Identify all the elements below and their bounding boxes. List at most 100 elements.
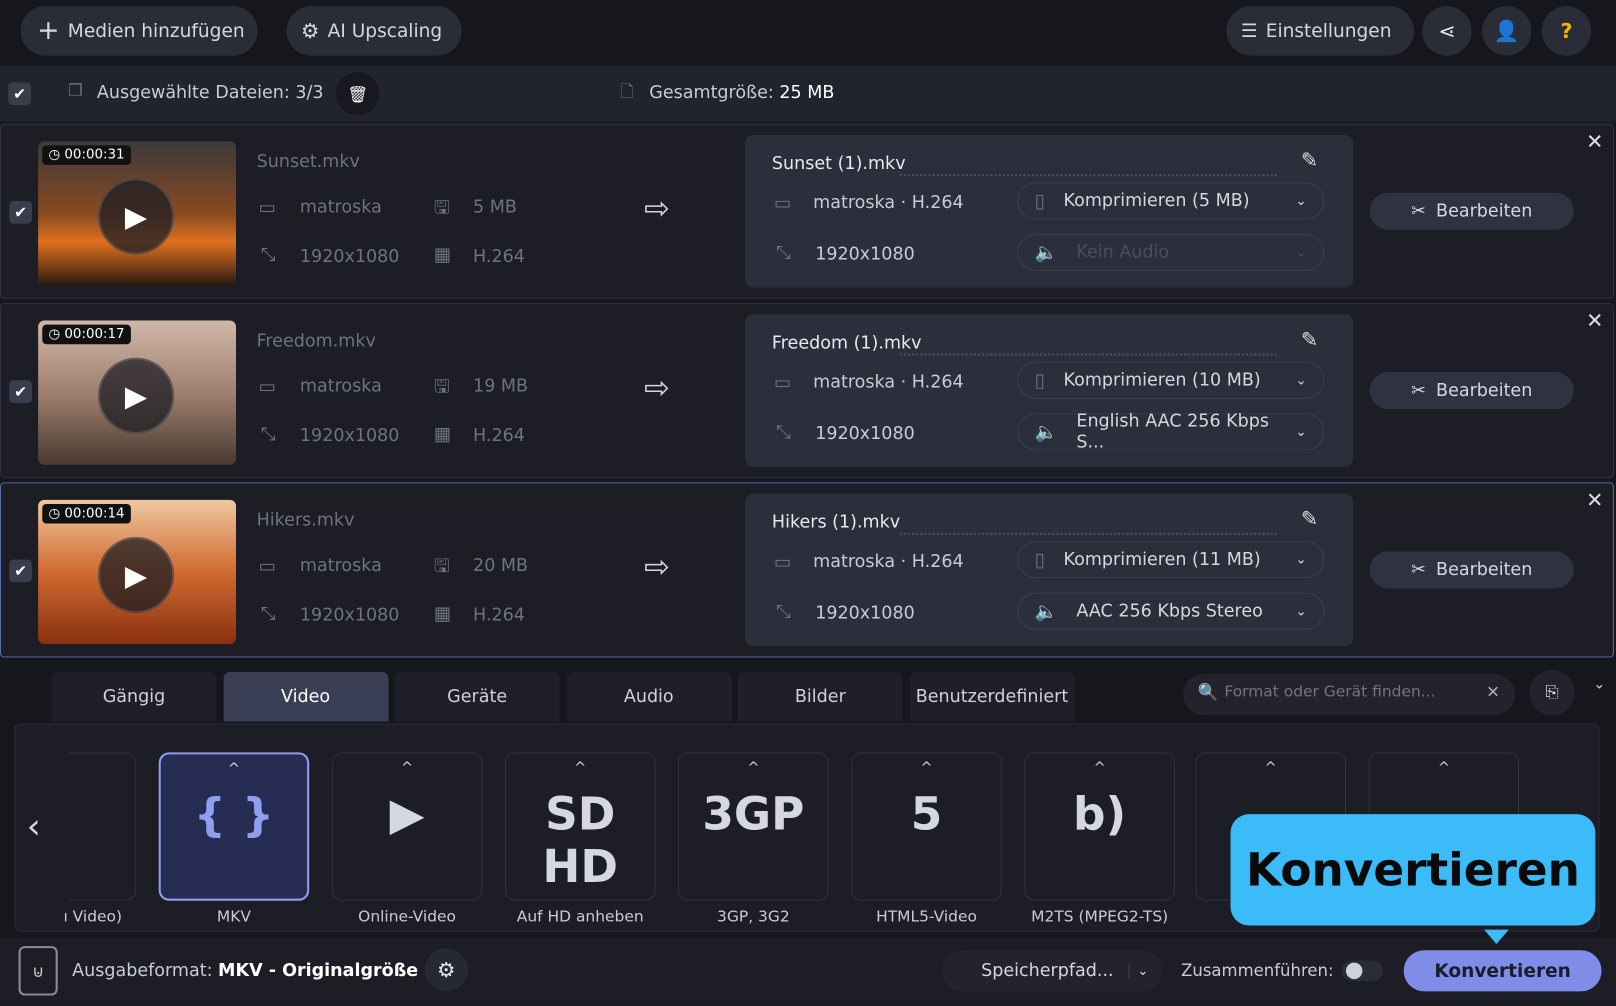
- compression-dropdown[interactable]: ▯ Komprimieren (5 MB) ⌄: [1017, 182, 1325, 220]
- rename-pencil-icon[interactable]: ✎: [1301, 147, 1318, 172]
- output-settings-button[interactable]: ⚙: [424, 948, 468, 992]
- size-icon: 🖫: [433, 196, 450, 219]
- output-filename[interactable]: Freedom (1).mkv: [772, 333, 922, 354]
- tab-5[interactable]: Benutzerdefiniert: [909, 671, 1075, 722]
- tab-2[interactable]: Geräte: [394, 671, 560, 722]
- audio-dropdown[interactable]: 🔈 English AAC 256 Kbps S... ⌄: [1017, 411, 1325, 452]
- source-codec: H.264: [473, 604, 525, 626]
- file-checkbox[interactable]: ✔: [9, 559, 32, 583]
- output-format: Ausgabeformat: MKV - Originalgröße: [72, 960, 419, 982]
- output-filename[interactable]: Hikers (1).mkv: [772, 512, 900, 533]
- clear-search-icon[interactable]: ✕: [1486, 682, 1500, 702]
- resolution-icon: ⤡: [776, 421, 791, 444]
- play-button[interactable]: ▶: [97, 178, 175, 255]
- container-icon: ▭: [773, 192, 792, 215]
- delete-button[interactable]: 🗑: [335, 72, 380, 116]
- share-icon: ⋖: [1438, 18, 1456, 44]
- save-path-dropdown[interactable]: Speicherpfad... ⌄: [941, 950, 1163, 992]
- file-row: ✔ ◷ 00:00:31 ▶ Sunset.mkv ▭ matroska 🖫 5…: [0, 123, 1614, 299]
- container-icon: ▭: [773, 372, 792, 394]
- tab-0[interactable]: Gängig: [51, 671, 217, 722]
- source-container: matroska: [299, 196, 382, 218]
- edit-button[interactable]: ✂ Bearbeiten: [1369, 372, 1574, 410]
- format-card[interactable]: ^ b): [1024, 752, 1175, 901]
- output-resolution: 1920x1080: [815, 244, 915, 265]
- format-label: M2TS (MPEG2-TS): [1031, 906, 1169, 926]
- scissors-icon: ✂: [1411, 559, 1426, 581]
- help-button[interactable]: ?: [1541, 6, 1592, 56]
- container-icon: ▭: [258, 555, 277, 578]
- chevron-down-icon: ⌄: [1295, 603, 1307, 619]
- compression-dropdown[interactable]: ▯ Komprimieren (10 MB) ⌄: [1017, 361, 1325, 399]
- merge-label: Zusammenführen:: [1181, 960, 1334, 981]
- device-detect-button[interactable]: ⎘: [1529, 669, 1575, 716]
- video-thumbnail[interactable]: ◷ 00:00:17 ▶: [38, 320, 237, 465]
- sliders-icon: ☰: [1240, 20, 1258, 42]
- format-card[interactable]: ^ ▶: [331, 752, 483, 901]
- format-search-input[interactable]: [1224, 682, 1472, 701]
- size-icon: 🖫: [433, 376, 450, 398]
- format-card[interactable]: ^ { }: [158, 752, 310, 901]
- select-all-checkbox[interactable]: ✔: [8, 82, 31, 106]
- edit-button[interactable]: ✂ Bearbeiten: [1369, 192, 1574, 230]
- account-button[interactable]: 👤: [1482, 6, 1532, 56]
- output-format-icon: ⊍: [18, 946, 58, 996]
- remove-file-icon[interactable]: ✕: [1586, 129, 1603, 154]
- speaker-icon: 🔈: [1034, 421, 1058, 443]
- output-filename[interactable]: Sunset (1).mkv: [772, 154, 906, 175]
- play-icon: ▶: [124, 378, 148, 413]
- convert-button[interactable]: Konvertieren: [1403, 950, 1602, 992]
- merge-toggle[interactable]: [1341, 960, 1384, 982]
- tab-1[interactable]: Video: [223, 671, 389, 722]
- scroll-left-icon[interactable]: ‹: [27, 806, 41, 847]
- convert-arrow-icon: ⇨: [644, 369, 671, 407]
- chevron-down-icon: ⌄: [1128, 963, 1149, 979]
- chevron-up-icon: ^: [401, 759, 414, 777]
- play-button[interactable]: ▶: [97, 536, 175, 614]
- audio-dropdown: 🔈 Kein Audio ⌄: [1017, 233, 1325, 272]
- duration-badge: ◷ 00:00:31: [42, 145, 131, 165]
- remove-file-icon[interactable]: ✕: [1586, 308, 1603, 333]
- add-media-button[interactable]: + Medien hinzufügen: [20, 6, 258, 56]
- play-button[interactable]: ▶: [97, 357, 175, 434]
- source-size: 20 MB: [473, 555, 529, 577]
- format-label: 3GP, 3G2: [717, 906, 790, 926]
- compression-dropdown[interactable]: ▯ Komprimieren (11 MB) ⌄: [1017, 541, 1325, 579]
- play-icon: ▶: [124, 558, 148, 593]
- collapse-panel-icon[interactable]: ⌄: [1593, 676, 1605, 692]
- video-thumbnail[interactable]: ◷ 00:00:31 ▶: [38, 141, 237, 286]
- convert-tooltip: Konvertieren: [1230, 814, 1596, 945]
- compress-icon: ▯: [1034, 190, 1045, 212]
- convert-arrow-icon: ⇨: [644, 190, 671, 227]
- rename-pencil-icon[interactable]: ✎: [1301, 506, 1318, 531]
- remove-file-icon[interactable]: ✕: [1586, 487, 1603, 512]
- source-size: 5 MB: [473, 196, 517, 218]
- chevron-down-icon: ⌄: [1295, 244, 1307, 261]
- file-checkbox[interactable]: ✔: [9, 380, 32, 403]
- chevron-up-icon: ^: [1093, 759, 1106, 777]
- tab-3[interactable]: Audio: [566, 671, 732, 722]
- format-card[interactable]: ^ 3GP: [678, 752, 829, 901]
- format-card-partial[interactable]: [68, 752, 137, 901]
- format-card[interactable]: ^ 5: [851, 752, 1002, 901]
- share-button[interactable]: ⋖: [1422, 6, 1472, 56]
- file-checkbox[interactable]: ✔: [9, 200, 32, 224]
- video-thumbnail[interactable]: ◷ 00:00:14 ▶: [38, 499, 237, 645]
- resolution-icon: ⤡: [260, 423, 276, 446]
- format-card[interactable]: ^ SD HD: [504, 752, 656, 901]
- format-search[interactable]: 🔍 ✕: [1183, 674, 1515, 716]
- chevron-down-icon: ⌄: [1295, 551, 1307, 568]
- resolution-icon: ⤡: [260, 244, 276, 266]
- chevron-up-icon: ^: [574, 759, 587, 777]
- tab-4[interactable]: Bilder: [737, 671, 903, 722]
- user-icon: 👤: [1493, 18, 1520, 44]
- speaker-icon: 🔈: [1034, 600, 1058, 622]
- audio-dropdown[interactable]: 🔈 AAC 256 Kbps Stereo ⌄: [1017, 592, 1325, 630]
- resolution-icon: ⤡: [260, 602, 276, 625]
- ai-upscaling-button[interactable]: ⚙ AI Upscaling: [286, 6, 462, 56]
- duration-badge: ◷ 00:00:17: [42, 324, 131, 345]
- edit-button[interactable]: ✂ Bearbeiten: [1369, 551, 1574, 589]
- rename-pencil-icon[interactable]: ✎: [1301, 327, 1318, 352]
- format-icon: ▶: [389, 788, 425, 841]
- settings-button[interactable]: ☰ Einstellungen: [1226, 6, 1414, 56]
